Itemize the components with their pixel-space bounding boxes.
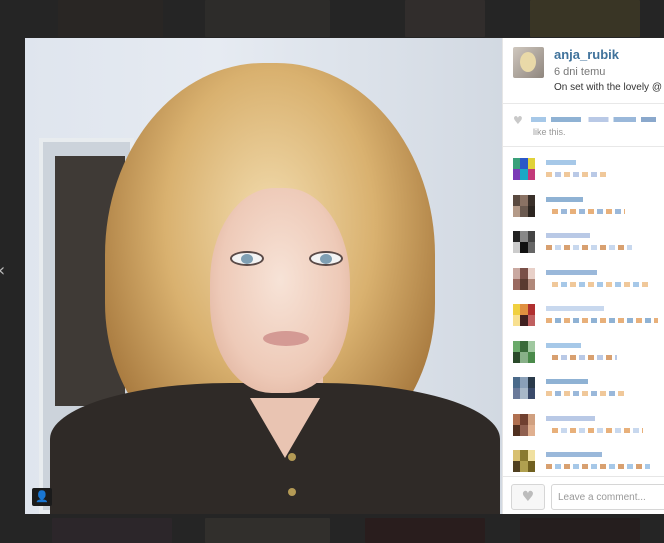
comment-input[interactable] bbox=[551, 484, 664, 510]
photo-eye-left bbox=[230, 251, 264, 266]
comment-author[interactable] bbox=[546, 379, 588, 384]
comment-text bbox=[552, 354, 617, 360]
comment-text bbox=[546, 318, 658, 323]
comment-author[interactable] bbox=[546, 415, 595, 421]
comment-text bbox=[546, 391, 624, 396]
comment-text bbox=[546, 172, 606, 177]
post-header: anja_rubik 6 dni temu On set with the lo… bbox=[503, 38, 664, 102]
avatar[interactable] bbox=[513, 304, 535, 326]
post-sidebar: anja_rubik 6 dni temu On set with the lo… bbox=[502, 38, 664, 514]
avatar[interactable] bbox=[513, 450, 535, 472]
comment-author[interactable] bbox=[546, 160, 576, 165]
post-photo[interactable]: 👤 bbox=[25, 38, 502, 514]
likers-list[interactable] bbox=[531, 117, 656, 122]
heart-icon: ♥ bbox=[513, 114, 523, 127]
comment-item bbox=[503, 340, 664, 371]
likes-suffix: like this. bbox=[533, 127, 566, 137]
post-timestamp[interactable]: 6 dni temu bbox=[554, 66, 605, 78]
post-modal: 👤 anja_rubik 6 dni temu On set with the … bbox=[25, 38, 664, 514]
avatar[interactable] bbox=[513, 158, 535, 180]
divider bbox=[503, 146, 664, 147]
photo-shirt-button bbox=[288, 453, 296, 461]
comment-item bbox=[503, 194, 664, 225]
comment-item bbox=[503, 267, 664, 298]
comment-author[interactable] bbox=[546, 452, 602, 457]
avatar[interactable] bbox=[513, 47, 544, 78]
comment-author[interactable] bbox=[546, 306, 604, 311]
comment-text bbox=[552, 427, 643, 433]
photo-collar bbox=[250, 398, 320, 458]
chevron-left-icon[interactable]: ‹ bbox=[0, 262, 8, 280]
username-link[interactable]: anja_rubik bbox=[554, 47, 619, 62]
likes-summary: ♥ like this. bbox=[511, 114, 664, 144]
comment-item bbox=[503, 231, 664, 261]
comment-text bbox=[546, 245, 632, 250]
avatar[interactable] bbox=[513, 340, 535, 363]
post-caption: On set with the lovely @ bbox=[554, 82, 662, 93]
user-icon[interactable]: 👤 bbox=[32, 488, 52, 506]
divider bbox=[503, 103, 664, 104]
comment-item bbox=[503, 304, 664, 334]
comment-author[interactable] bbox=[546, 269, 597, 275]
photo-lips bbox=[263, 331, 309, 346]
comment-text bbox=[552, 208, 625, 214]
comment-text bbox=[552, 281, 651, 287]
photo-eye-right bbox=[309, 251, 343, 266]
photo-face bbox=[210, 188, 350, 393]
avatar[interactable] bbox=[513, 231, 535, 253]
avatar[interactable] bbox=[513, 377, 535, 399]
avatar[interactable] bbox=[513, 413, 535, 436]
heart-icon[interactable]: ♥ bbox=[511, 484, 545, 510]
comment-author[interactable] bbox=[546, 342, 581, 348]
comment-item bbox=[503, 413, 664, 444]
comment-author[interactable] bbox=[546, 233, 590, 238]
comment-text bbox=[546, 464, 650, 469]
photo-shirt-button bbox=[288, 488, 296, 496]
avatar[interactable] bbox=[513, 194, 535, 217]
comment-author[interactable] bbox=[546, 196, 583, 202]
comment-footer: ♥ bbox=[503, 476, 664, 514]
comment-item bbox=[503, 377, 664, 407]
comment-item bbox=[503, 158, 664, 188]
avatar[interactable] bbox=[513, 267, 535, 290]
